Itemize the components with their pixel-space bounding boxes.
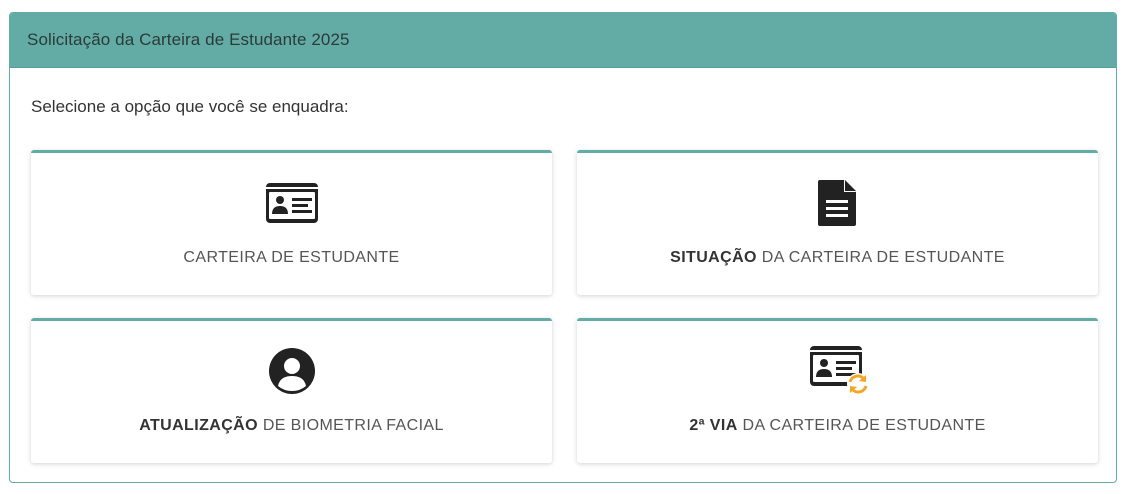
panel-title: Solicitação da Carteira de Estudante 202…	[27, 30, 350, 49]
option-segunda-via[interactable]: 2ª VIA DA CARTEIRA DE ESTUDANTE	[577, 318, 1098, 463]
id-card-icon	[265, 183, 318, 223]
option-label: ATUALIZAÇÃO DE BIOMETRIA FACIAL	[139, 417, 444, 434]
option-label: 2ª VIA DA CARTEIRA DE ESTUDANTE	[689, 417, 986, 434]
option-carteira-estudante[interactable]: CARTEIRA DE ESTUDANTE	[31, 150, 552, 295]
request-panel: Solicitação da Carteira de Estudante 202…	[9, 12, 1117, 483]
option-label: SITUAÇÃO DA CARTEIRA DE ESTUDANTE	[670, 249, 1005, 266]
id-card-refresh-icon	[809, 346, 869, 395]
option-label: CARTEIRA DE ESTUDANTE	[183, 249, 400, 266]
refresh-icon	[846, 373, 869, 395]
option-atualizacao-biometria[interactable]: ATUALIZAÇÃO DE BIOMETRIA FACIAL	[31, 318, 552, 463]
user-circle-icon	[268, 348, 315, 394]
panel-header: Solicitação da Carteira de Estudante 202…	[10, 13, 1116, 68]
option-situacao-carteira[interactable]: SITUAÇÃO DA CARTEIRA DE ESTUDANTE	[577, 150, 1098, 295]
document-icon	[817, 180, 856, 226]
instruction-text: Selecione a opção que você se enquadra:	[31, 97, 349, 116]
